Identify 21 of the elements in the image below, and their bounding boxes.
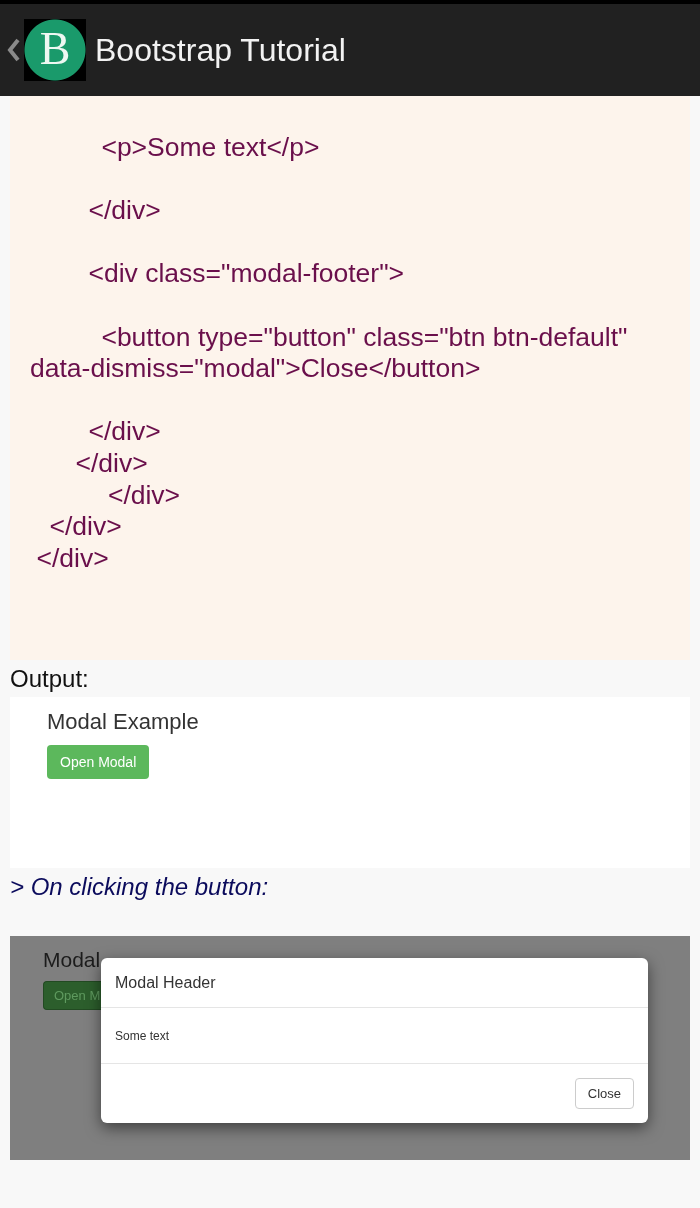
code-line: </div> bbox=[36, 542, 109, 573]
app-title: Bootstrap Tutorial bbox=[95, 31, 346, 70]
open-modal-button[interactable]: Open Modal bbox=[47, 745, 150, 779]
code-line: </div> bbox=[75, 447, 148, 478]
output-label: Output: bbox=[9, 664, 90, 694]
code-line: </div> bbox=[49, 511, 122, 542]
back-icon[interactable] bbox=[7, 38, 20, 62]
note-text: > On clicking the button: bbox=[9, 872, 270, 902]
app-logo: B bbox=[24, 19, 86, 81]
code-line: </div> bbox=[88, 416, 161, 447]
code-line: </div> bbox=[107, 479, 181, 510]
demo-heading: Modal Example bbox=[47, 709, 199, 735]
code-line: <p>Some text</p> bbox=[101, 132, 320, 162]
code-line: </div> bbox=[88, 195, 161, 226]
code-line: <button type="button" class="btn btn-default" data-dismiss="modal">Close</button> bbox=[30, 321, 628, 384]
code-line: <div class="modal-footer"> bbox=[88, 258, 405, 289]
modal-title: Modal Header bbox=[115, 972, 216, 993]
demo-button[interactable]: Open M bbox=[43, 981, 103, 1010]
modal-body-text: Some text bbox=[115, 1027, 170, 1045]
demo-heading: Modal bbox=[43, 948, 101, 972]
close-button[interactable]: Close bbox=[574, 1078, 634, 1109]
